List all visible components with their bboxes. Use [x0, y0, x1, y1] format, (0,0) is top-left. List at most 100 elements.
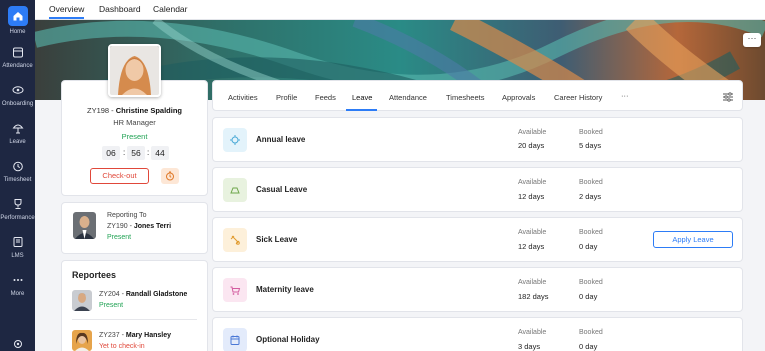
employee-name-text: Christine Spalding: [115, 106, 183, 115]
manager-status: Present: [107, 234, 132, 241]
tab-dashboard[interactable]: Dashboard: [99, 4, 141, 14]
stopwatch-icon: [166, 171, 174, 181]
reportee-avatar: [72, 330, 92, 351]
leave-type-name: Optional Holiday: [256, 335, 320, 344]
booked-label: Booked: [579, 129, 603, 136]
manager-name-text: Jones Terri: [133, 223, 172, 230]
booked-label: Booked: [579, 279, 603, 286]
tab-more[interactable]: ···: [621, 91, 629, 100]
employee-id: ZY198 -: [86, 106, 116, 115]
home-icon: [13, 12, 22, 21]
sidebar: Home Attendance Onboarding Leave Timeshe…: [0, 0, 35, 351]
sidebar-item-performance[interactable]: Performance: [0, 196, 35, 221]
timer-button[interactable]: [161, 168, 179, 184]
available-label: Available: [518, 279, 547, 286]
reportee-avatar: [72, 290, 92, 311]
available-value: 3 days: [518, 342, 541, 351]
available-value: 20 days: [518, 141, 545, 150]
reportee-id: ZY237 -: [99, 332, 126, 339]
manager-avatar: [73, 212, 96, 239]
sidebar-item-leave[interactable]: Leave: [0, 120, 35, 145]
avatar: [108, 44, 161, 97]
timer-hours: 06: [102, 146, 120, 160]
sidebar-item-home[interactable]: Home: [0, 6, 35, 35]
available-label: Available: [518, 129, 547, 136]
tab-profile[interactable]: Profile: [276, 93, 297, 102]
reportee-id: ZY204 -: [99, 291, 126, 298]
tab-approvals[interactable]: Approvals: [502, 93, 535, 102]
leave-type-name: Casual Leave: [256, 185, 308, 194]
sidebar-item-label: More: [10, 291, 25, 297]
home-tile: [7, 6, 28, 26]
settings-icon: [10, 336, 26, 351]
apply-leave-button[interactable]: Apply Leave: [653, 231, 733, 248]
tab-timesheets[interactable]: Timesheets: [446, 93, 485, 102]
reportee-name[interactable]: ZY237 - Mary Hansley: [99, 332, 171, 339]
sidebar-item-onboarding[interactable]: Onboarding: [0, 82, 35, 107]
check-out-button[interactable]: Check-out: [90, 168, 149, 184]
filter-button[interactable]: [722, 91, 734, 103]
attendance-icon: [10, 44, 26, 60]
tab-activities[interactable]: Activities: [228, 93, 258, 102]
available-value: 12 days: [518, 242, 545, 251]
timer-separator: :: [123, 148, 126, 157]
timer-separator: :: [147, 148, 150, 157]
reportees-title: Reportees: [72, 270, 117, 280]
optional-holiday-icon: [223, 328, 247, 351]
employee-role: HR Manager: [113, 118, 156, 127]
leave-type-name: Maternity leave: [256, 285, 314, 294]
banner-more-button[interactable]: ···: [743, 33, 761, 47]
active-tab-indicator: [346, 109, 377, 111]
leave-type-name: Sick Leave: [256, 235, 298, 244]
leave-type-name: Annual leave: [256, 135, 306, 144]
tab-career-history[interactable]: Career History: [554, 93, 602, 102]
sidebar-item-lms[interactable]: LMS: [0, 234, 35, 259]
tab-leave[interactable]: Leave: [352, 93, 372, 102]
sidebar-item-label: LMS: [11, 253, 24, 259]
booked-value: 5 days: [579, 141, 602, 150]
sidebar-item-label: Attendance: [2, 63, 33, 69]
employee-name: ZY198 - Christine Spalding: [61, 106, 208, 115]
available-value: 182 days: [518, 292, 549, 301]
tab-overview[interactable]: Overview: [49, 4, 85, 19]
reportee-name-text: Randall Gladstone: [125, 291, 188, 298]
performance-icon: [10, 196, 26, 212]
sidebar-item-label: Timesheet: [3, 177, 32, 183]
reporting-to-label: Reporting To: [107, 212, 147, 219]
leave-icon: [10, 120, 26, 136]
sick-leave-icon: [223, 228, 247, 252]
more-icon: [10, 272, 26, 288]
booked-value: 2 days: [579, 192, 602, 201]
timer-minutes: 56: [127, 146, 145, 160]
booked-label: Booked: [579, 179, 603, 186]
reportee-status: Present: [99, 302, 124, 309]
tab-attendance[interactable]: Attendance: [389, 93, 427, 102]
onboarding-icon: [10, 82, 26, 98]
reportee-name-text: Mary Hansley: [125, 332, 171, 339]
tab-calendar[interactable]: Calendar: [153, 4, 188, 14]
reportee-name[interactable]: ZY204 - Randall Gladstone: [99, 291, 187, 298]
sidebar-item-timesheet[interactable]: Timesheet: [0, 158, 35, 183]
sidebar-item-label: Home: [9, 29, 26, 35]
lms-icon: [10, 234, 26, 250]
available-value: 12 days: [518, 192, 545, 201]
manager-name[interactable]: ZY190 - Jones Terri: [107, 223, 171, 230]
top-navigation: Overview Dashboard Calendar: [35, 0, 765, 20]
booked-label: Booked: [579, 229, 603, 236]
sidebar-item-more[interactable]: More: [0, 272, 35, 297]
manager-id: ZY190 -: [107, 223, 134, 230]
timesheet-icon: [10, 158, 26, 174]
reportee-status: Yet to check-in: [99, 343, 145, 350]
divider: [72, 319, 197, 320]
annual-leave-icon: [223, 128, 247, 152]
booked-value: 0 day: [579, 342, 598, 351]
sidebar-item-label: Performance: [0, 215, 35, 221]
tab-feeds[interactable]: Feeds: [315, 93, 336, 102]
leave-row-optional-holiday: [212, 317, 743, 351]
booked-value: 0 day: [579, 242, 598, 251]
available-label: Available: [518, 329, 547, 336]
sidebar-item-settings[interactable]: [0, 336, 35, 351]
available-label: Available: [518, 229, 547, 236]
maternity-leave-icon: [223, 278, 247, 302]
sidebar-item-attendance[interactable]: Attendance: [0, 44, 35, 69]
